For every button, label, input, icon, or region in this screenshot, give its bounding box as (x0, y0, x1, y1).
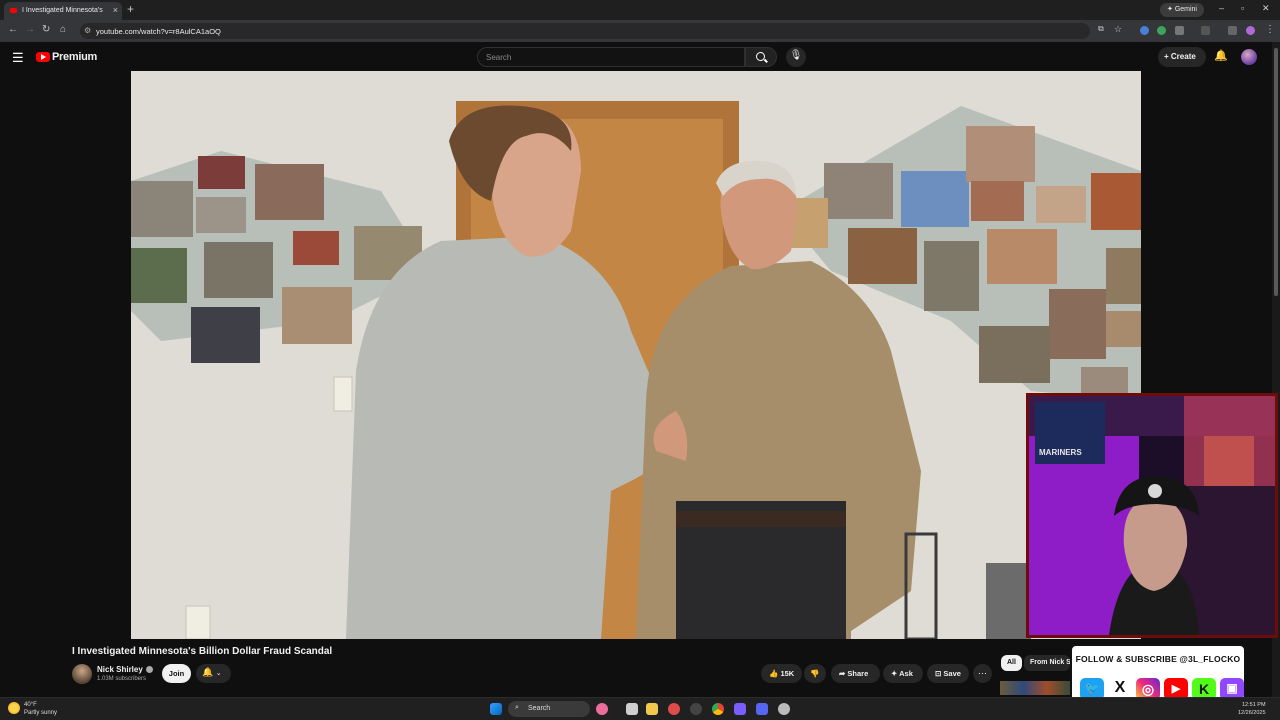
weather-widget[interactable]: 40°F Partly sunny (8, 701, 57, 717)
address-bar[interactable]: ⚙ youtube.com/watch?v=r8AulCA1aOQ (80, 23, 1090, 39)
follow-text: FOLLOW & SUBSCRIBE @3L_FLOCKO (1075, 654, 1241, 664)
browser-tab-strip: I Investigated Minnesota's × + ✦ Gemini … (0, 0, 1280, 20)
create-button[interactable]: + Create (1158, 47, 1206, 67)
account-avatar[interactable] (1241, 49, 1257, 65)
bell-icon: 🔔 (202, 667, 214, 677)
extensions-puzzle-icon[interactable] (1175, 26, 1184, 35)
join-button[interactable]: Join (162, 664, 191, 683)
temperature: 40°F (24, 702, 37, 708)
hamburger-menu-icon[interactable]: ☰ (12, 50, 24, 66)
install-icon[interactable]: ⧉ (1098, 24, 1104, 34)
new-tab-icon[interactable]: + (127, 2, 134, 16)
share-button[interactable]: ➦ Share (831, 664, 880, 683)
url-text: youtube.com/watch?v=r8AulCA1aOQ (96, 27, 221, 36)
taskbar-search[interactable]: ⌕ Search (508, 701, 590, 717)
media-icon[interactable] (1228, 26, 1237, 35)
side-panel-icon[interactable] (1201, 26, 1210, 35)
close-tab-icon[interactable]: × (113, 5, 118, 15)
youtube-logo-icon[interactable] (36, 52, 50, 62)
home-icon[interactable]: ⌂ (60, 24, 66, 35)
clock-time: 12:51 PM (1241, 702, 1266, 708)
extension-icon[interactable] (1140, 26, 1149, 35)
save-button[interactable]: ⊡ Save (927, 664, 969, 683)
search-button[interactable] (745, 47, 777, 67)
profile-icon[interactable] (1246, 26, 1255, 35)
tab-title: I Investigated Minnesota's (22, 7, 103, 14)
video-player[interactable] (131, 71, 1141, 639)
ask-button[interactable]: ✦ Ask (883, 664, 923, 683)
sparkle-icon: ✦ (891, 669, 898, 678)
weather-condition: Partly sunny (24, 710, 58, 716)
site-info-icon[interactable]: ⚙ (84, 26, 91, 35)
subscriber-count: 1.03M subscribers (97, 676, 147, 682)
windows-taskbar: 40°F Partly sunny ⌕ Search 12:51 PM 12/26… (0, 697, 1280, 720)
bookmark-icon: ⊡ (935, 669, 942, 678)
address-bar-row: ← → ↻ ⌂ ⚙ youtube.com/watch?v=r8AulCA1aO… (0, 20, 1280, 42)
system-clock[interactable]: 12:51 PM 12/26/2025 (1238, 701, 1266, 717)
more-actions-icon[interactable]: ⋯ (973, 664, 992, 683)
share-icon: ➦ (839, 669, 846, 678)
maximize-icon[interactable]: ▫ (1241, 3, 1244, 13)
voice-search-icon[interactable]: 🎙 (786, 47, 806, 67)
like-count: 15K (780, 669, 795, 678)
notifications-bell-icon[interactable]: 🔔 (1214, 49, 1228, 62)
dislike-button[interactable]: 👎 (804, 664, 826, 683)
search-icon (756, 52, 765, 61)
video-frame-scene (131, 71, 1141, 639)
channel-avatar[interactable] (72, 664, 92, 684)
recommended-video-thumbnail[interactable] (1000, 681, 1070, 695)
thumbs-up-icon: 👍 (769, 669, 779, 678)
bookmark-star-icon[interactable]: ☆ (1114, 24, 1122, 35)
reload-icon[interactable]: ↻ (42, 24, 50, 35)
extension-icon[interactable] (1157, 26, 1166, 35)
gemini-label: Gemini (1174, 6, 1197, 13)
thumbs-down-icon: 👎 (810, 669, 820, 678)
video-title: I Investigated Minnesota's Billion Dolla… (72, 646, 333, 657)
windows-start-icon[interactable] (490, 703, 502, 715)
app-icon[interactable] (734, 703, 746, 715)
chip-from-channel[interactable]: From Nick S (1024, 655, 1070, 671)
settings-gear-icon[interactable] (778, 703, 790, 715)
chip-all[interactable]: All (1001, 655, 1022, 671)
widgets-icon[interactable] (596, 703, 608, 715)
taskbar-search-label: Search (528, 705, 551, 712)
share-label: Share (847, 669, 869, 678)
gemini-button[interactable]: ✦ Gemini (1160, 3, 1204, 17)
task-view-icon[interactable] (626, 703, 638, 715)
discord-icon[interactable] (756, 703, 768, 715)
app-icon[interactable] (690, 703, 702, 715)
create-label: Create (1170, 52, 1196, 61)
browser-tab[interactable]: I Investigated Minnesota's × (4, 2, 122, 20)
ask-label: Ask (899, 669, 913, 678)
search-input[interactable]: Search (477, 47, 745, 67)
youtube-premium-logo[interactable]: Premium (52, 51, 97, 63)
weather-icon (8, 702, 20, 714)
notification-bell-button[interactable]: 🔔 ⌄ (196, 664, 231, 683)
save-label: Save (943, 669, 961, 678)
channel-name-text: Nick Shirley (97, 665, 143, 674)
channel-name[interactable]: Nick Shirley (97, 665, 153, 674)
streamer-webcam-overlay: MARINERS (1026, 393, 1278, 638)
verified-check-icon (145, 666, 153, 674)
browser-menu-icon[interactable]: ⋮ (1265, 24, 1275, 35)
chrome-icon[interactable] (712, 703, 724, 715)
like-button[interactable]: 👍 15K (761, 664, 802, 683)
app-icon[interactable] (668, 703, 680, 715)
youtube-header: ☰ Premium Search 🎙 + Create 🔔 (0, 42, 1270, 72)
chevron-down-icon: ⌄ (215, 670, 222, 677)
scrollbar-thumb[interactable] (1274, 48, 1278, 296)
search-icon: ⌕ (515, 704, 519, 711)
minimize-icon[interactable]: – (1219, 3, 1224, 13)
clock-date: 12/26/2025 (1238, 710, 1266, 716)
webcam-scene (1029, 396, 1275, 635)
youtube-favicon-icon (10, 8, 17, 13)
back-icon[interactable]: ← (8, 24, 18, 35)
forward-icon[interactable]: → (25, 24, 35, 35)
close-window-icon[interactable]: ✕ (1262, 3, 1270, 14)
file-explorer-icon[interactable] (646, 703, 658, 715)
cap-label: MARINERS (1039, 448, 1082, 457)
